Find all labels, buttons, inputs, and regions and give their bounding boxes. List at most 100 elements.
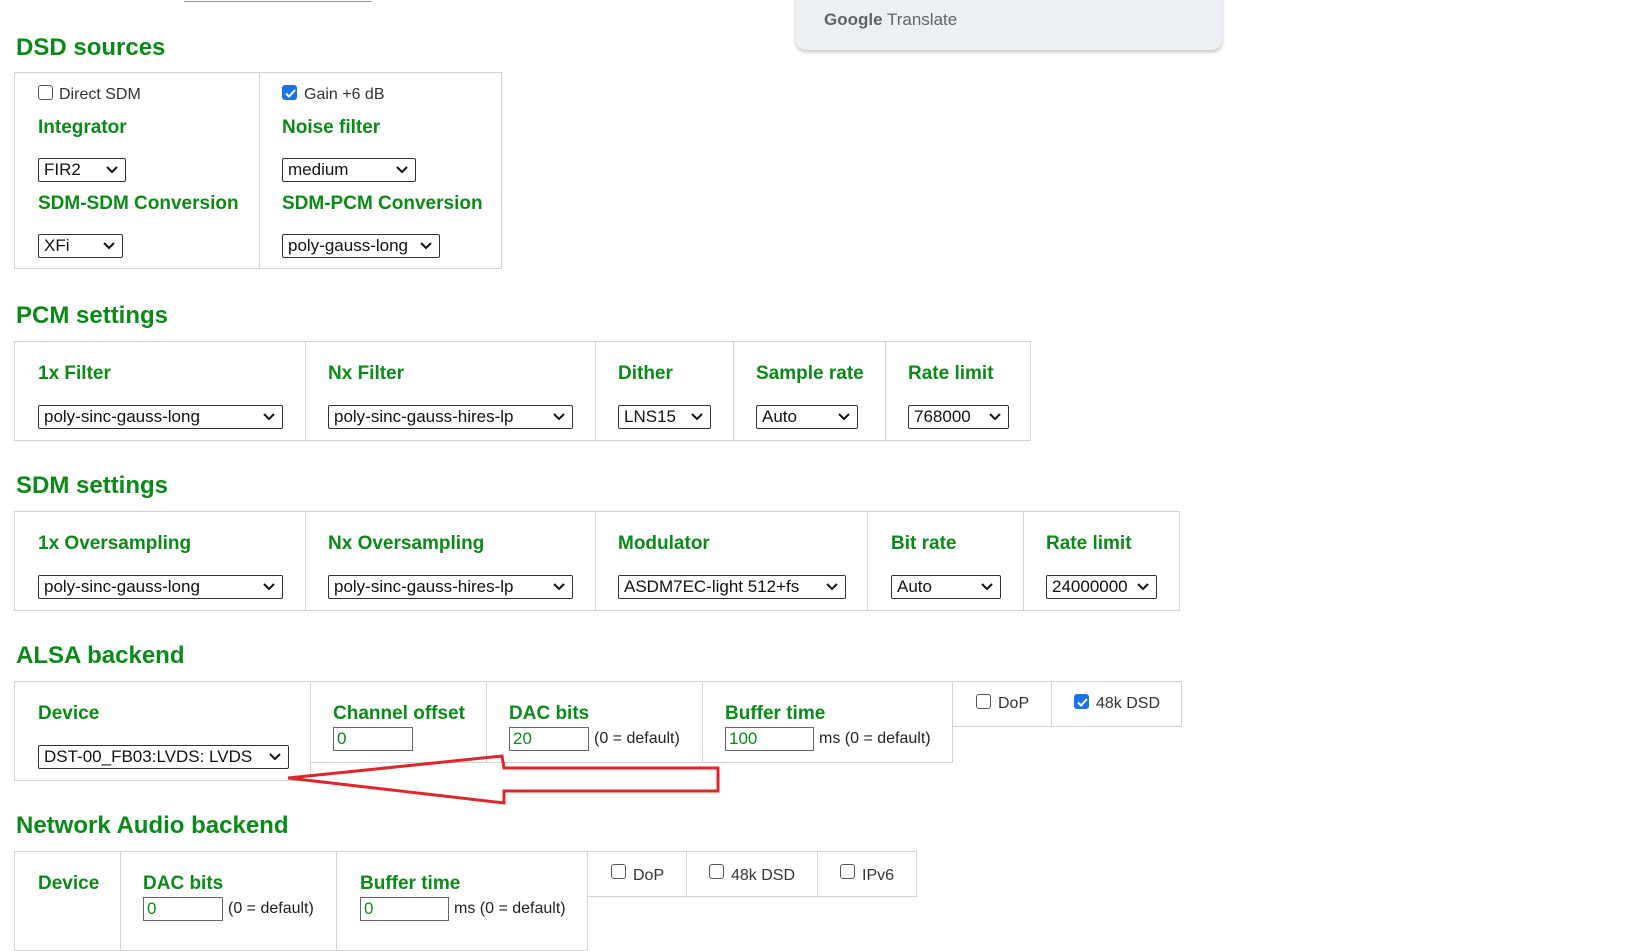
net-buffer-time-input[interactable]: 0	[360, 897, 449, 921]
pcm-filter-1x-cell: 1x Filter poly-sinc-gauss-long	[14, 341, 306, 441]
sdm-modulator-select[interactable]: ASDM7EC-light 512+fs	[618, 575, 846, 599]
alsa-dop-cell: DoP	[952, 681, 1052, 727]
sdm-nx-oversampling-select[interactable]: poly-sinc-gauss-hires-lp	[328, 575, 573, 599]
net-ipv6-checkbox[interactable]	[840, 864, 855, 879]
net-ipv6-cell: IPv6	[817, 851, 917, 897]
chevron-down-icon	[553, 583, 565, 591]
sdm-rate-limit-value: 24000000	[1052, 577, 1128, 596]
alsa-device-select[interactable]: DST-00_FB03:LVDS: LVDS	[38, 745, 289, 769]
chevron-down-icon	[263, 413, 275, 421]
sdm-sdm-value: XFi	[44, 236, 70, 255]
integrator-select[interactable]: FIR2	[38, 158, 126, 182]
sdm-rate-limit-select[interactable]: 24000000	[1046, 575, 1157, 599]
chevron-down-icon	[826, 583, 838, 591]
pcm-rate-limit-value: 768000	[914, 407, 971, 426]
sdm-nx-oversampling-value: poly-sinc-gauss-hires-lp	[334, 577, 514, 596]
pcm-1x-filter-value: poly-sinc-gauss-long	[44, 407, 200, 426]
sdm-sdm-conversion-label: SDM-SDM Conversion	[38, 193, 239, 214]
alsa-buffer-time-cell: Buffer time 100 ms (0 = default)	[702, 681, 953, 763]
alsa-dac-bits-hint: (0 = default)	[594, 730, 680, 747]
sdm-settings-heading: SDM settings	[16, 472, 169, 499]
net-48k-dsd-label: 48k DSD	[731, 867, 796, 884]
alsa-device-value: DST-00_FB03:LVDS: LVDS	[44, 747, 253, 766]
alsa-device-cell: Device DST-00_FB03:LVDS: LVDS	[14, 681, 311, 781]
sdm-modulator-value: ASDM7EC-light 512+fs	[624, 577, 800, 596]
sdm-1x-oversampling-select[interactable]: poly-sinc-gauss-long	[38, 575, 283, 599]
net-buffer-time-label: Buffer time	[360, 873, 461, 894]
pcm-dither-cell: Dither LNS15	[595, 341, 734, 441]
noise-filter-select[interactable]: medium	[282, 158, 416, 182]
alsa-channel-offset-input[interactable]: 0	[333, 727, 413, 751]
alsa-buffer-time-label: Buffer time	[725, 703, 826, 724]
sdm-bit-rate-cell: Bit rate Auto	[867, 511, 1024, 611]
net-dop-checkbox[interactable]	[611, 864, 626, 879]
noise-filter-value: medium	[288, 160, 349, 179]
google-translate-logo[interactable]: Google Translate	[824, 10, 957, 30]
alsa-buffer-time-hint: ms (0 = default)	[819, 730, 931, 747]
alsa-48k-dsd-label: 48k DSD	[1096, 695, 1161, 712]
net-ipv6-label: IPv6	[862, 867, 895, 884]
translate-label: Translate	[886, 10, 958, 29]
pcm-sample-rate-value: Auto	[762, 407, 797, 426]
chevron-down-icon	[1137, 583, 1149, 591]
net-dac-bits-hint: (0 = default)	[228, 900, 314, 917]
sdm-rate-limit-cell: Rate limit 24000000	[1023, 511, 1180, 611]
integrator-label: Integrator	[38, 117, 127, 138]
alsa-dac-bits-label: DAC bits	[509, 703, 590, 724]
chevron-down-icon	[838, 413, 850, 421]
pcm-sample-rate-select[interactable]: Auto	[756, 405, 858, 429]
chevron-down-icon	[396, 166, 408, 174]
net-buffer-time-cell: Buffer time 0 ms (0 = default)	[336, 851, 588, 951]
sdm-bit-rate-select[interactable]: Auto	[891, 575, 1001, 599]
net-48k-dsd-cell: 48k DSD	[686, 851, 818, 897]
pcm-rate-limit-label: Rate limit	[908, 363, 994, 384]
sdm-modulator-label: Modulator	[618, 533, 710, 554]
net-dac-bits-input[interactable]: 0	[143, 897, 223, 921]
red-arrow-annotation	[287, 754, 720, 805]
checkmark-icon	[1077, 698, 1088, 707]
alsa-48k-dsd-checkbox[interactable]	[1074, 694, 1089, 709]
google-brand: Google	[824, 10, 883, 29]
sdm-pcm-conversion-select[interactable]: poly-gauss-long	[282, 234, 440, 258]
direct-sdm-label: Direct SDM	[59, 86, 141, 103]
sdm-bit-rate-value: Auto	[897, 577, 932, 596]
net-dop-label: DoP	[633, 867, 665, 884]
chevron-down-icon	[103, 242, 115, 250]
sdm-pcm-value: poly-gauss-long	[288, 236, 409, 255]
sdm-bit-rate-label: Bit rate	[891, 533, 957, 554]
alsa-buffer-time-input[interactable]: 100	[725, 727, 814, 751]
chevron-down-icon	[989, 413, 1001, 421]
pcm-dither-value: LNS15	[624, 407, 676, 426]
pcm-rate-limit-select[interactable]: 768000	[908, 405, 1009, 429]
sdm-1x-oversampling-value: poly-sinc-gauss-long	[44, 577, 200, 596]
direct-sdm-checkbox[interactable]	[38, 85, 53, 100]
noise-filter-label: Noise filter	[282, 117, 381, 138]
net-48k-dsd-checkbox[interactable]	[709, 864, 724, 879]
pcm-sample-rate-label: Sample rate	[756, 363, 864, 384]
gain-6db-checkbox[interactable]	[282, 85, 297, 100]
pcm-dither-label: Dither	[618, 363, 673, 384]
pcm-1x-filter-select[interactable]: poly-sinc-gauss-long	[38, 405, 283, 429]
alsa-dac-bits-input[interactable]: 20	[509, 727, 589, 751]
pcm-rate-limit-cell: Rate limit 768000	[885, 341, 1031, 441]
gain-6db-label: Gain +6 dB	[304, 86, 385, 103]
pcm-nx-filter-value: poly-sinc-gauss-hires-lp	[334, 407, 514, 426]
net-dop-cell: DoP	[587, 851, 687, 897]
alsa-backend-heading: ALSA backend	[16, 642, 185, 669]
dsd-col-2: Gain +6 dB Noise filter medium SDM-PCM C…	[259, 72, 502, 269]
sdm-rate-limit-label: Rate limit	[1046, 533, 1132, 554]
alsa-device-label: Device	[38, 703, 100, 724]
pcm-dither-select[interactable]: LNS15	[618, 405, 711, 429]
pcm-nx-filter-select[interactable]: poly-sinc-gauss-hires-lp	[328, 405, 573, 429]
alsa-dop-checkbox[interactable]	[976, 694, 991, 709]
chevron-down-icon	[106, 166, 118, 174]
chevron-down-icon	[420, 242, 432, 250]
dsd-col-1: Direct SDM Integrator FIR2 SDM-SDM Conve…	[14, 72, 260, 269]
net-dac-bits-cell: DAC bits 0 (0 = default)	[120, 851, 337, 951]
net-buffer-time-hint: ms (0 = default)	[454, 900, 566, 917]
sdm-pcm-conversion-label: SDM-PCM Conversion	[282, 193, 483, 214]
integrator-value: FIR2	[44, 160, 81, 179]
chevron-down-icon	[691, 413, 703, 421]
sdm-sdm-conversion-select[interactable]: XFi	[38, 234, 123, 258]
alsa-dop-label: DoP	[998, 695, 1030, 712]
